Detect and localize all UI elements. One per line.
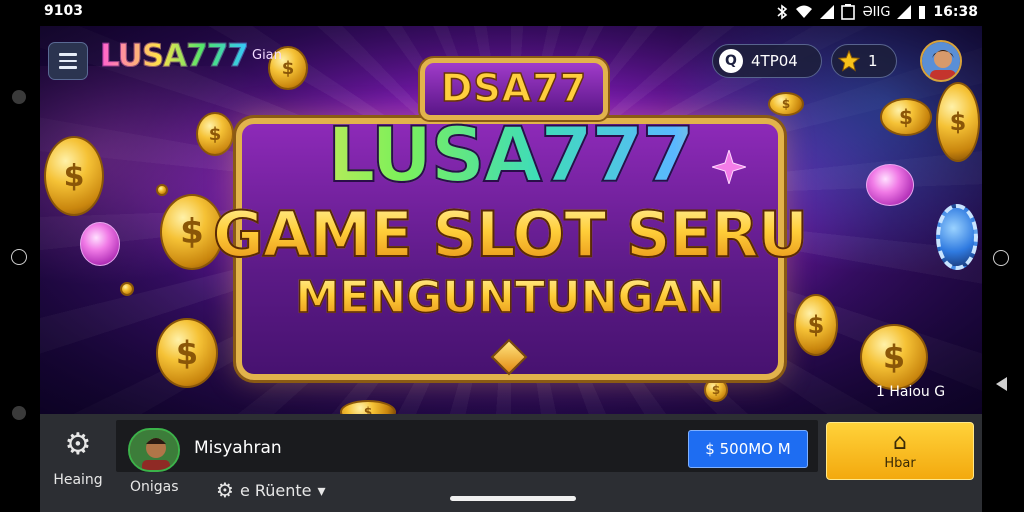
stars-value: 1 — [868, 52, 878, 70]
status-clock: 16:38 — [933, 4, 978, 20]
bottom-bar: ⚙ Heaing Onigas Misyahran $ 500МО M ⌂ Hb… — [40, 414, 982, 512]
promo-plaque-text: DSA77 — [440, 65, 588, 111]
chip-icon — [936, 204, 978, 270]
gem-icon — [80, 222, 120, 266]
star-icon — [838, 50, 860, 72]
language-selector[interactable]: ⚙ e Rüente ▾ — [216, 478, 326, 502]
profile-avatar[interactable] — [128, 428, 180, 472]
home-label: Hbar — [884, 455, 916, 471]
status-bar: 9103 ƏIIG 16:38 — [0, 0, 1024, 26]
balance-button[interactable]: $ 500МО M — [688, 430, 808, 468]
battery-icon-2 — [919, 6, 926, 19]
logo-subtext: Gian — [252, 48, 282, 63]
search-coin-icon: Q — [719, 49, 743, 73]
app-logo: LUSA777 — [100, 38, 250, 75]
rail-dot-bottom[interactable] — [12, 406, 26, 420]
coin-icon: $ — [936, 82, 980, 162]
coin-icon: $ — [196, 112, 234, 156]
coin-icon: $ — [704, 378, 728, 402]
coins-value: 4TP04 — [751, 52, 798, 70]
rail-dot-top[interactable] — [12, 90, 26, 104]
rail-home-button[interactable] — [11, 249, 27, 265]
status-right-text: ƏIIG — [862, 4, 891, 20]
promo-logo: LUSA777 — [236, 109, 784, 200]
gear-icon: ⚙ — [64, 427, 92, 462]
signal-icon-2 — [897, 5, 912, 19]
wifi-icon — [796, 5, 813, 18]
bluetooth-icon — [777, 4, 788, 20]
corner-note: 1 Haiou G — [876, 384, 946, 400]
menu-button[interactable] — [48, 42, 88, 80]
gear-language-icon: ⚙ — [216, 478, 234, 502]
battery-icon — [841, 4, 856, 20]
coin-icon: $ — [794, 294, 838, 356]
coins-counter[interactable]: Q 4TP04 — [712, 44, 822, 78]
profile-label: Onigas — [130, 479, 179, 495]
chevron-down-icon: ▾ — [317, 480, 326, 500]
avatar[interactable] — [920, 40, 962, 82]
home-icon: ⌂ — [893, 429, 907, 455]
game-banner[interactable]: $ $ $ $ $ $ $ $ $ $ $ $ LUSA777 Gian Q 4… — [40, 26, 982, 414]
gem-icon — [866, 164, 914, 206]
status-left-text: 9103 — [44, 3, 83, 19]
stars-counter[interactable]: 1 — [831, 44, 897, 78]
username: Misyahran — [194, 438, 282, 458]
settings-label: Heaing — [53, 472, 103, 488]
language-label: e Rüente — [239, 480, 312, 500]
left-rail — [0, 26, 40, 512]
coin-icon: $ — [156, 318, 218, 388]
gesture-bar[interactable] — [450, 496, 576, 501]
promo-headline: GAME SLOT SERU — [210, 197, 810, 272]
nav-back-icon[interactable] — [996, 377, 1007, 391]
coin-icon — [120, 282, 134, 296]
settings-button[interactable]: ⚙ Heaing — [40, 414, 116, 512]
coin-icon: $ — [44, 136, 104, 216]
signal-icon — [820, 5, 835, 19]
sparkle-gem-icon — [712, 150, 746, 184]
coin-icon: $ — [860, 324, 928, 390]
home-button[interactable]: ⌂ Hbar — [826, 422, 974, 480]
status-right: ƏIIG 16:38 — [776, 4, 978, 20]
coin-icon — [156, 184, 168, 196]
profile-face-icon — [130, 430, 178, 470]
coin-icon: $ — [880, 98, 932, 136]
promo-subheadline: MENGUNTUNGAN — [236, 271, 784, 324]
nav-home-icon[interactable] — [993, 250, 1009, 266]
right-rail — [982, 26, 1024, 512]
